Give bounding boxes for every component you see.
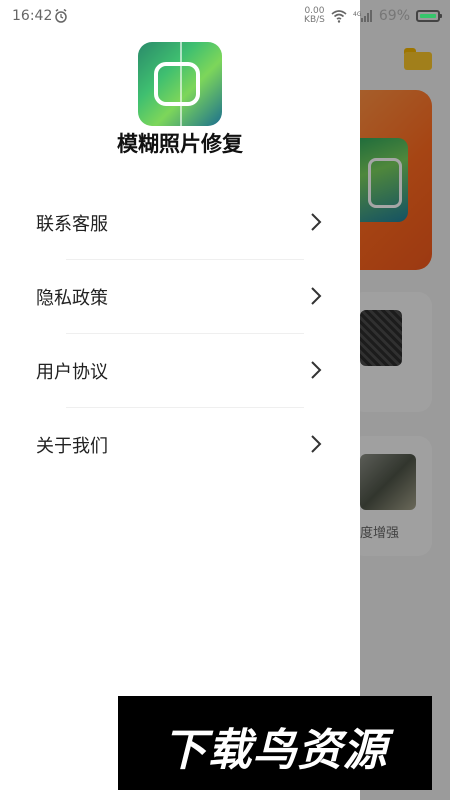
status-time: 16:42 — [12, 8, 53, 24]
watermark-text: 下载鸟资源 — [162, 725, 388, 776]
battery-icon — [416, 10, 442, 22]
menu-item-label: 用户协议 — [36, 362, 108, 383]
chevron-right-icon — [311, 361, 322, 379]
status-bar: 16:42 0.00 KB/S 4G 69% — [0, 0, 450, 32]
app-logo — [138, 42, 222, 126]
wifi-icon — [331, 10, 347, 23]
menu-item-label: 隐私政策 — [36, 288, 108, 309]
signal-label: 4G — [353, 11, 362, 18]
menu-item-label: 关于我们 — [36, 436, 108, 457]
battery-percent: 69% — [378, 8, 410, 24]
menu-item-about-us[interactable]: 关于我们 — [0, 408, 360, 482]
drawer-menu: 联系客服 隐私政策 用户协议 关于我们 — [0, 186, 360, 482]
menu-item-label: 联系客服 — [36, 214, 108, 235]
chevron-right-icon — [311, 287, 322, 305]
watermark: 下载鸟资源 — [118, 696, 432, 790]
network-speed: 0.00 KB/S — [304, 7, 325, 25]
alarm-icon — [55, 9, 67, 23]
menu-item-contact-support[interactable]: 联系客服 — [0, 186, 360, 260]
app-title: 模糊照片修复 — [117, 132, 243, 156]
menu-item-privacy-policy[interactable]: 隐私政策 — [0, 260, 360, 334]
navigation-drawer: 模糊照片修复 联系客服 隐私政策 用户协议 关于我们 — [0, 0, 360, 800]
network-speed-unit: KB/S — [304, 15, 325, 25]
chevron-right-icon — [311, 435, 322, 453]
menu-item-user-agreement[interactable]: 用户协议 — [0, 334, 360, 408]
signal-icon: 4G — [353, 10, 372, 22]
status-indicators: 0.00 KB/S 4G 69% — [304, 6, 442, 26]
chevron-right-icon — [311, 213, 322, 231]
